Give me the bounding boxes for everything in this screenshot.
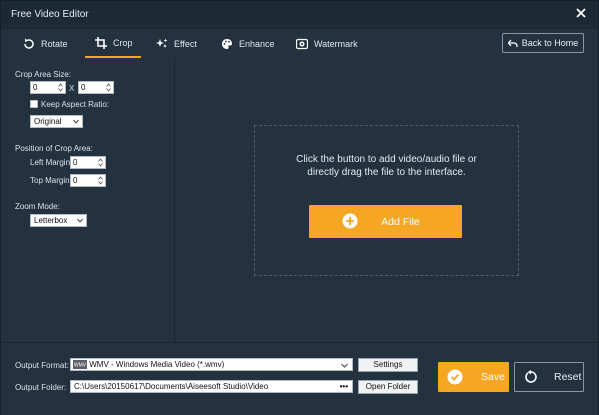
drop-hint: Click the button to add video/audio file…: [255, 153, 518, 179]
keep-aspect-checkbox[interactable]: [30, 100, 38, 108]
crop-position-label: Position of Crop Area:: [15, 144, 93, 153]
title-bar: Free Video Editor: [1, 1, 598, 29]
zoom-mode-value: Letterbox: [34, 216, 68, 225]
preview-area: Click the button to add video/audio file…: [175, 58, 598, 342]
left-margin-value: 0: [73, 158, 78, 167]
tab-watermark[interactable]: Watermark: [296, 29, 358, 58]
open-folder-button[interactable]: Open Folder: [358, 380, 418, 394]
rotate-icon: [24, 38, 34, 49]
chevron-down-icon: [77, 218, 83, 223]
aspect-ratio-value: Original: [34, 117, 62, 126]
crop-area-label: Crop Area Size:: [15, 70, 72, 79]
browse-folder-button[interactable]: •••: [340, 381, 348, 392]
chevron-down-icon: [341, 363, 348, 368]
reset-label: Reset: [554, 371, 582, 383]
tab-enhance-label: Enhance: [239, 38, 275, 49]
stepper-arrows-icon[interactable]: [58, 83, 63, 92]
chevron-down-icon: [73, 119, 79, 124]
top-margin-value: 0: [73, 176, 78, 185]
back-to-home-label: Back to Home: [521, 38, 579, 48]
crop-width-value: 0: [33, 83, 38, 92]
add-file-button[interactable]: Add File: [309, 205, 462, 238]
crop-height-stepper[interactable]: 0: [78, 81, 114, 94]
times-symbol: X: [69, 84, 75, 93]
top-margin-label: Top Margin:: [30, 176, 72, 185]
effect-sparkles-icon: [156, 38, 168, 48]
aspect-ratio-select[interactable]: Original: [30, 115, 83, 128]
left-margin-label: Left Margin:: [30, 158, 73, 167]
crop-width-stepper[interactable]: 0: [30, 81, 66, 94]
crop-height-value: 0: [81, 83, 86, 92]
settings-button[interactable]: Settings: [358, 358, 418, 372]
stepper-arrows-icon[interactable]: [98, 176, 103, 185]
drop-hint-line2: directly drag the file to the interface.: [307, 167, 466, 178]
keep-aspect-label: Keep Aspect Ratio:: [41, 100, 110, 109]
left-margin-stepper[interactable]: 0: [70, 156, 106, 169]
back-arrow-icon: [507, 39, 518, 47]
output-format-select[interactable]: WMV WMV - Windows Media Video (*.wmv): [70, 358, 353, 371]
tab-rotate-label: Rotate: [41, 38, 68, 49]
tab-watermark-label: Watermark: [314, 38, 358, 49]
tab-enhance[interactable]: Enhance: [221, 29, 275, 58]
svg-text:WMV: WMV: [74, 363, 87, 369]
tab-effect-label: Effect: [174, 38, 197, 49]
window-title: Free Video Editor: [11, 9, 89, 20]
tab-effect[interactable]: Effect: [156, 29, 197, 58]
watermark-icon: [296, 38, 308, 49]
reset-icon: [525, 370, 537, 383]
output-folder-value: C:\Users\20150617\Documents\Aiseesoft St…: [74, 382, 269, 391]
output-format-label: Output Format:: [15, 361, 69, 370]
output-format-value: WMV - Windows Media Video (*.wmv): [89, 360, 225, 369]
drop-zone[interactable]: Click the button to add video/audio file…: [254, 125, 519, 276]
tab-rotate[interactable]: Rotate: [23, 29, 68, 58]
crop-icon: [95, 36, 107, 49]
save-button[interactable]: Save: [438, 362, 509, 392]
add-file-label: Add File: [381, 215, 420, 228]
zoom-mode-label: Zoom Mode:: [15, 202, 60, 211]
stepper-arrows-icon[interactable]: [98, 158, 103, 167]
output-folder-label: Output Folder:: [15, 383, 67, 392]
back-to-home-button[interactable]: Back to Home: [502, 33, 584, 53]
tab-crop[interactable]: Crop: [85, 29, 141, 58]
tab-crop-label: Crop: [113, 37, 133, 48]
stepper-arrows-icon[interactable]: [106, 83, 111, 92]
crop-settings-panel: Crop Area Size: 0 X 0 Keep Aspect Ratio:…: [1, 58, 175, 342]
output-folder-field[interactable]: C:\Users\20150617\Documents\Aiseesoft St…: [70, 380, 353, 393]
save-label: Save: [481, 371, 505, 383]
reset-button[interactable]: Reset: [514, 362, 584, 392]
check-circle-icon: [447, 369, 463, 385]
app-window: Free Video Editor Rotate Crop Effect Enh…: [0, 0, 599, 415]
palette-icon: [222, 38, 232, 49]
drop-hint-line1: Click the button to add video/audio file…: [296, 154, 477, 165]
close-icon[interactable]: [574, 6, 588, 20]
zoom-mode-select[interactable]: Letterbox: [30, 214, 87, 227]
wmv-file-icon: WMV: [73, 360, 87, 370]
top-margin-stepper[interactable]: 0: [70, 174, 106, 187]
